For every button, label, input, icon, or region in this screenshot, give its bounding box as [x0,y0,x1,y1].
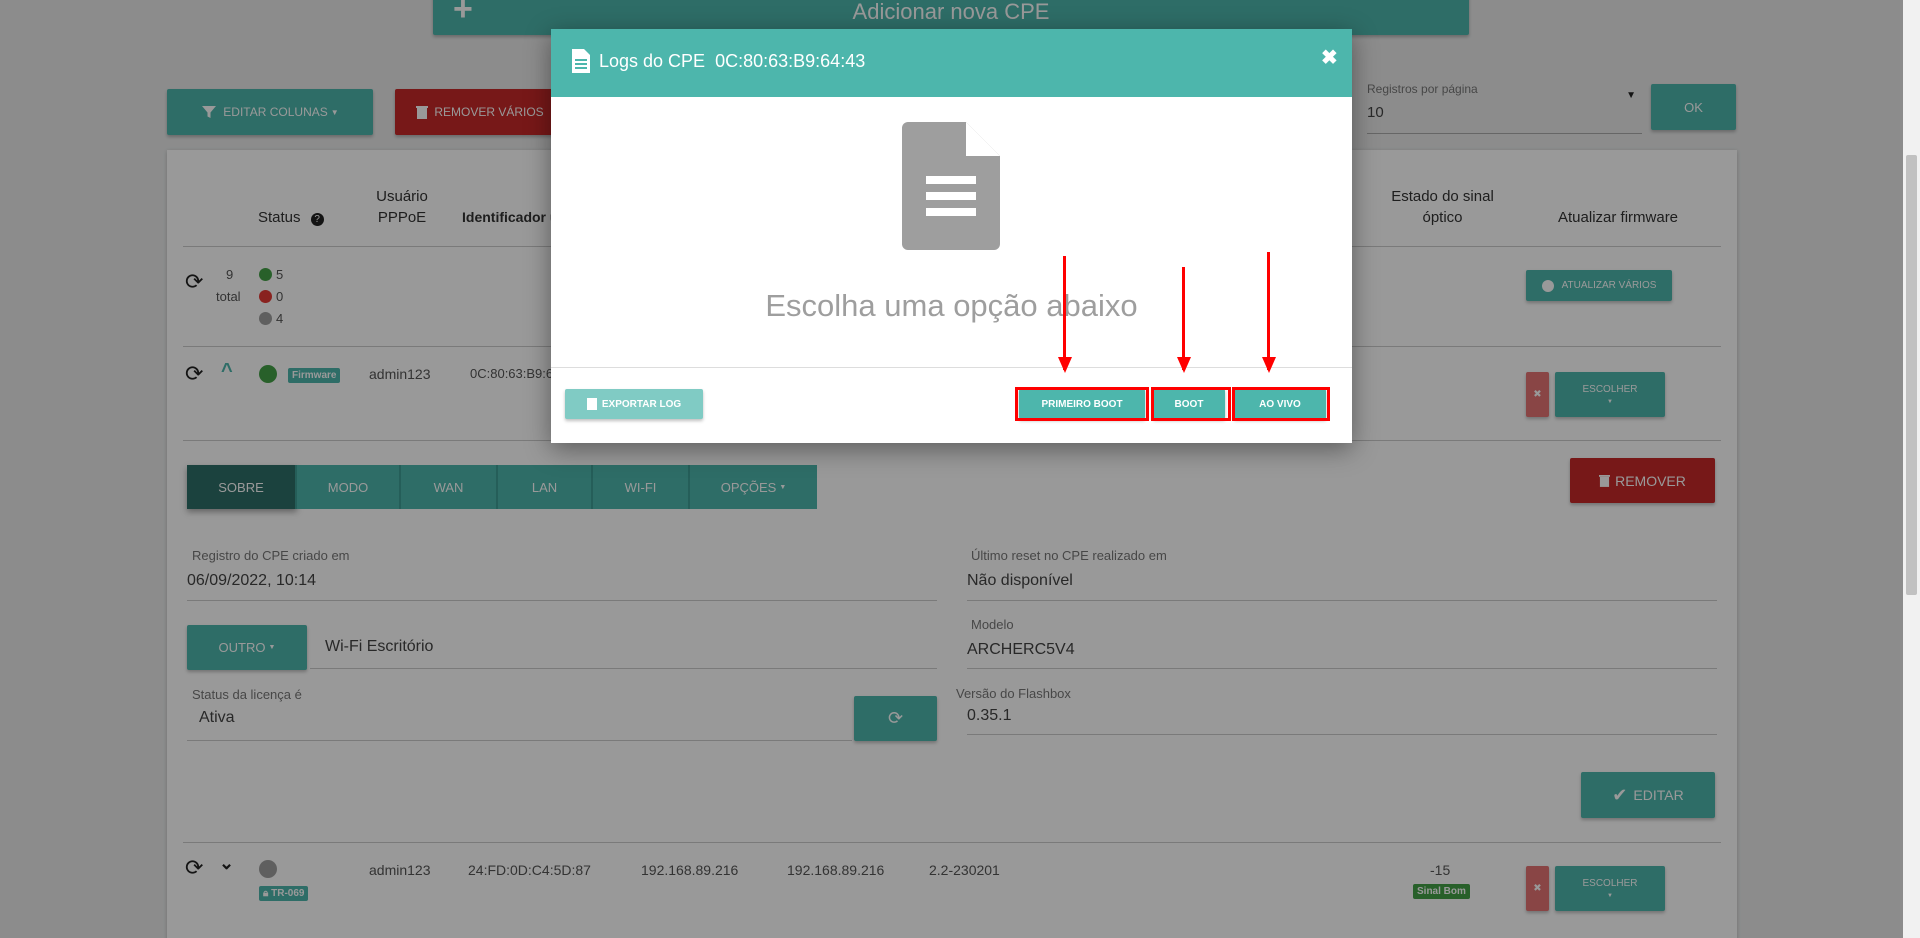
modal-title: Logs do CPE 0C:80:63:B9:64:43 [599,51,865,72]
annotation-arrow-boot [1182,267,1185,370]
modal-footer-divider [551,367,1352,368]
annotation-box-live [1232,387,1330,421]
annotation-arrowhead-live [1262,357,1276,373]
large-document-icon [902,122,1000,250]
scrollbar-thumb[interactable] [1906,155,1917,595]
annotation-box-boot [1151,387,1231,421]
annotation-arrowhead-boot [1177,357,1191,373]
annotation-arrowhead-first-boot [1058,357,1072,373]
excel-file-icon [586,398,597,410]
export-log-label: EXPORTAR LOG [601,398,682,410]
logs-modal: Logs do CPE 0C:80:63:B9:64:43 ✖ Escolha … [551,29,1352,443]
export-log-button[interactable]: EXPORTAR LOG [565,389,703,419]
annotation-box-first-boot [1015,387,1149,421]
document-icon [572,49,590,73]
modal-title-text: Logs do CPE [599,51,706,71]
annotation-arrow-live [1267,252,1270,370]
modal-header: Logs do CPE 0C:80:63:B9:64:43 ✖ [551,29,1352,97]
modal-prompt: Escolha uma opção abaixo [765,288,1138,323]
close-icon[interactable]: ✖ [1321,45,1338,70]
modal-mac: 0C:80:63:B9:64:43 [715,51,866,71]
annotation-arrow-first-boot [1063,256,1066,370]
